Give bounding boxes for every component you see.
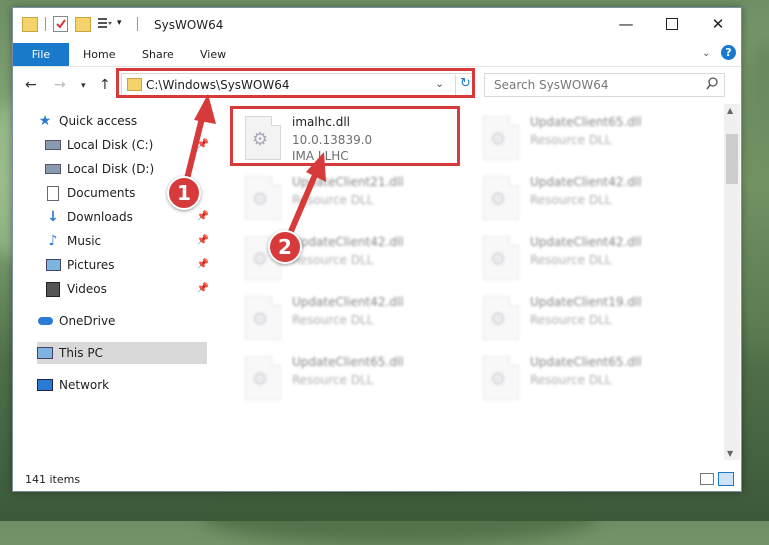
callout-badge-2: 2 — [268, 230, 302, 264]
arrow-2-line — [286, 166, 321, 238]
callout-badge-1: 1 — [167, 176, 201, 210]
arrow-1-head — [194, 94, 216, 124]
annotation-arrows — [183, 94, 326, 238]
